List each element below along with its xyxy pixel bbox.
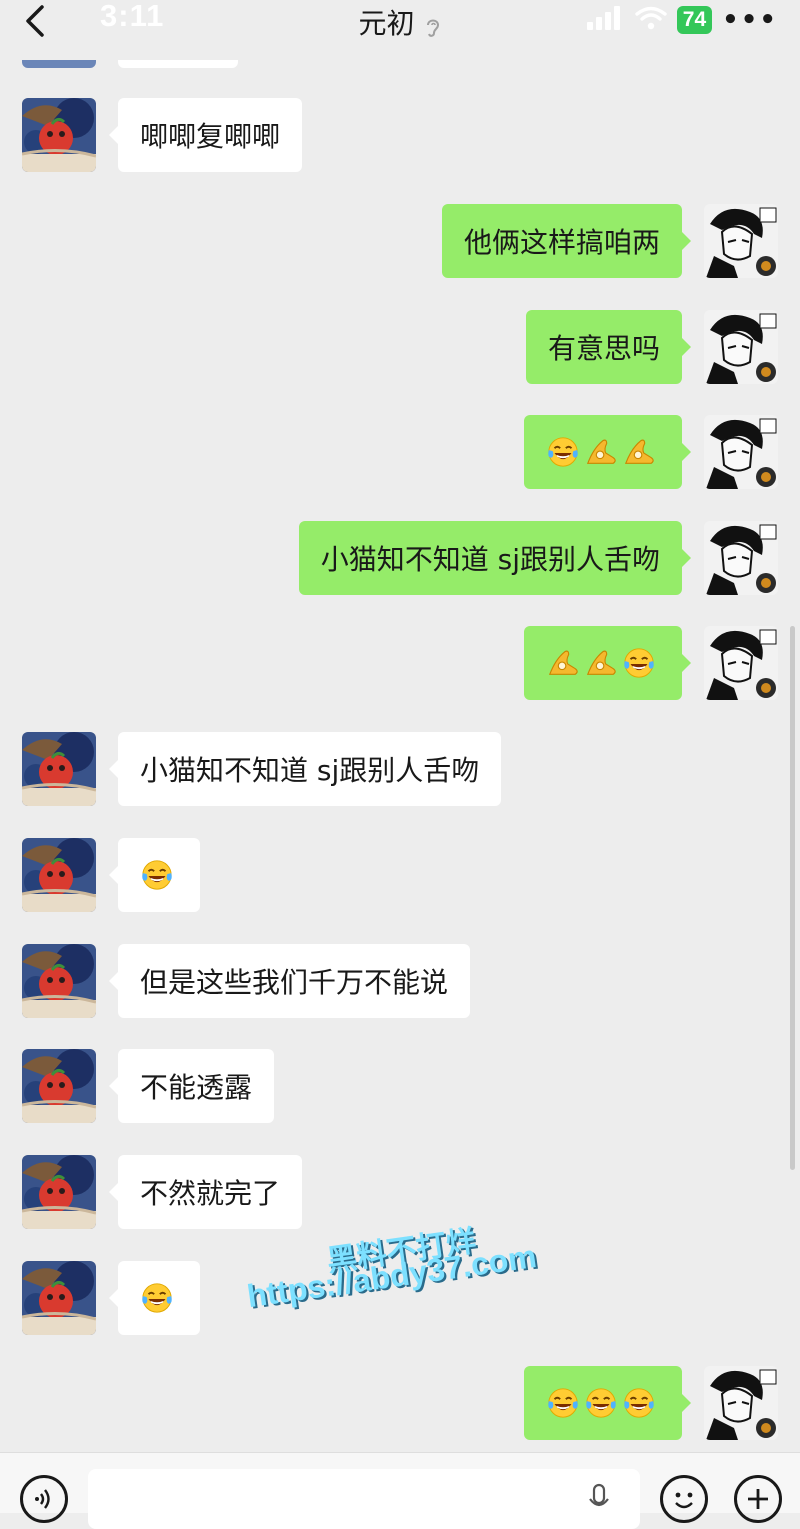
sent-message — [0, 1366, 800, 1440]
contact-avatar[interactable] — [22, 98, 96, 172]
contact-avatar[interactable] — [22, 1049, 96, 1123]
tears-of-joy-icon — [142, 1283, 172, 1313]
sent-message — [0, 626, 800, 700]
signal-icon — [585, 6, 625, 34]
message-text: 不能透露 — [140, 1071, 253, 1104]
message-bubble[interactable]: 小猫知不知道 sj跟别人舌吻 — [108, 732, 502, 806]
contact-avatar[interactable] — [22, 944, 96, 1018]
message-bubble[interactable]: 不能透露 — [108, 1049, 275, 1123]
message-text: 他俩这样搞咱两 — [463, 226, 660, 259]
received-message: 不能透露 — [0, 1049, 800, 1123]
message-text: 小猫知不知道 sj跟别人舌吻 — [320, 543, 660, 576]
more-button[interactable]: ••• — [722, 5, 778, 35]
chat-title[interactable]: 元初 — [358, 7, 414, 40]
scrollbar[interactable] — [790, 626, 795, 1170]
message-bubble[interactable]: 唧唧复唧唧 — [108, 98, 303, 172]
received-message — [0, 838, 800, 912]
received-message: 小猫知不知道 sj跟别人舌吻 — [0, 732, 800, 806]
tears-of-joy-icon — [624, 1388, 654, 1418]
message-bubble[interactable] — [524, 1366, 691, 1440]
message-bubble[interactable]: 小猫知不知道 sj跟别人舌吻 — [298, 521, 692, 595]
message-text: 有意思吗 — [547, 332, 660, 365]
contact-avatar[interactable] — [22, 838, 96, 912]
ear-icon — [424, 15, 442, 43]
ok-hand-icon — [586, 439, 616, 464]
tears-of-joy-icon — [548, 1388, 578, 1418]
emoji-icon[interactable] — [660, 1475, 708, 1523]
message-text: 小猫知不知道 sj跟别人舌吻 — [140, 754, 480, 787]
received-message: 但是这些我们千万不能说 — [0, 944, 800, 1018]
chat-header: 3:11 元初 74 ••• — [0, 0, 800, 60]
message-list[interactable]: 唧唧复唧唧 他俩这样搞咱两 有意思吗 小猫知不知道 sj跟别人舌吻 小猫知不知道 sj跟… — [0, 60, 800, 1452]
ok-hand-icon — [548, 650, 578, 675]
message-bubble[interactable] — [524, 626, 691, 700]
message-input[interactable] — [88, 1469, 640, 1529]
ok-hand-icon — [586, 650, 616, 675]
tears-of-joy-icon — [624, 648, 654, 678]
my-avatar[interactable] — [704, 626, 778, 700]
message-text: 唧唧复唧唧 — [140, 120, 281, 153]
my-avatar[interactable] — [704, 521, 778, 595]
bubble-partial[interactable] — [118, 60, 238, 68]
message-bubble[interactable] — [109, 838, 200, 912]
message-bubble[interactable]: 有意思吗 — [525, 310, 692, 384]
avatar-partial[interactable] — [22, 60, 96, 68]
contact-avatar[interactable] — [22, 1155, 96, 1229]
sent-message: 小猫知不知道 sj跟别人舌吻 — [0, 521, 800, 595]
plus-icon[interactable] — [734, 1475, 782, 1523]
tears-of-joy-icon — [548, 437, 578, 467]
received-message: 唧唧复唧唧 — [0, 98, 800, 172]
tears-of-joy-icon — [142, 860, 172, 890]
my-avatar[interactable] — [704, 310, 778, 384]
message-bubble[interactable]: 但是这些我们千万不能说 — [108, 944, 471, 1018]
status-bar: 74 ••• — [585, 5, 778, 35]
my-avatar[interactable] — [704, 415, 778, 489]
message-text: 但是这些我们千万不能说 — [140, 966, 449, 999]
voice-icon[interactable] — [20, 1475, 68, 1523]
message-bubble[interactable] — [524, 415, 691, 489]
sent-message: 他俩这样搞咱两 — [0, 204, 800, 278]
my-avatar[interactable] — [704, 204, 778, 278]
message-bubble[interactable]: 他俩这样搞咱两 — [441, 204, 692, 278]
sent-message: 有意思吗 — [0, 310, 800, 384]
contact-avatar[interactable] — [22, 732, 96, 806]
input-bar — [0, 1452, 800, 1529]
my-avatar[interactable] — [704, 1366, 778, 1440]
tears-of-joy-icon — [586, 1388, 616, 1418]
wifi-icon — [635, 6, 667, 34]
message-text: 不然就完了 — [140, 1177, 281, 1210]
battery-badge: 74 — [676, 6, 713, 34]
sent-message — [0, 415, 800, 489]
message-bubble[interactable]: 不然就完了 — [108, 1155, 303, 1229]
received-message: 不然就完了 — [0, 1155, 800, 1229]
message-bubble[interactable] — [109, 1261, 200, 1335]
contact-avatar[interactable] — [22, 1261, 96, 1335]
ok-hand-icon — [624, 439, 654, 464]
